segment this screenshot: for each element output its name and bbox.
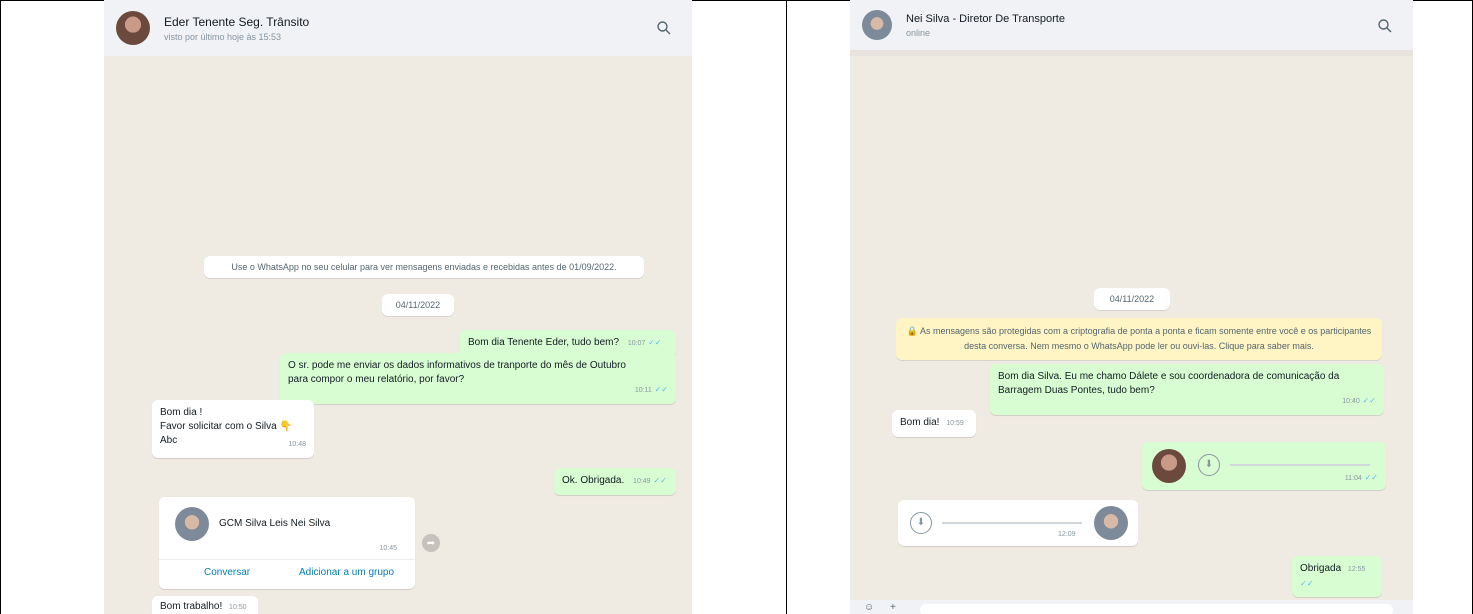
message-text-line: Abc [160, 435, 178, 446]
add-to-group-button[interactable]: Adicionar a um grupo [299, 567, 394, 578]
voice-message-incoming[interactable]: ⬇ 12:09 [898, 500, 1138, 546]
download-audio-icon[interactable]: ⬇ [1198, 454, 1220, 476]
chat-header[interactable]: Eder Tenente Seg. Trânsito visto por últ… [104, 0, 692, 56]
message-time: 11:04 [1344, 475, 1362, 482]
audio-waveform[interactable] [942, 522, 1082, 524]
history-notice[interactable]: Use o WhatsApp no seu celular para ver m… [204, 256, 644, 278]
message-time: 10:49 [633, 478, 651, 485]
message-text: Ok. Obrigada. [562, 475, 625, 486]
contact-name[interactable]: Eder Tenente Seg. Trânsito [164, 15, 309, 29]
online-status: online [906, 27, 931, 38]
chat-with-contact-button[interactable]: Conversar [204, 567, 250, 578]
message-text: Bom dia! [900, 417, 940, 428]
message-outgoing[interactable]: Bom dia Silva. Eu me chamo Dálete e sou … [990, 364, 1384, 415]
message-time: 10:07 [627, 340, 646, 347]
message-input[interactable] [920, 604, 1393, 614]
compose-bar: ☺ + [850, 600, 1413, 614]
message-text: Obrigada [1300, 563, 1342, 574]
message-outgoing[interactable]: Ok. Obrigada. 10:49 ✓✓ [554, 468, 676, 495]
frame-line-middle [786, 0, 787, 614]
message-time: 10:50 [229, 604, 247, 611]
read-ticks-icon: ✓✓ [1364, 473, 1378, 482]
read-ticks-icon: ✓✓ [1362, 396, 1376, 405]
message-outgoing[interactable]: Obrigada 12:55 ✓✓ [1292, 556, 1382, 597]
date-chip: 04/11/2022 [1094, 288, 1170, 310]
message-incoming[interactable]: Bom dia! 10:59 [892, 410, 976, 437]
audio-waveform[interactable] [1230, 464, 1370, 466]
shared-contact-name: GCM Silva Leis Nei Silva [219, 518, 331, 529]
voice-sender-avatar [1152, 449, 1186, 483]
forward-icon[interactable]: ➦ [422, 534, 440, 552]
read-ticks-icon: ✓✓ [1300, 579, 1314, 588]
message-time: 10:45 [379, 545, 397, 552]
attach-icon[interactable]: + [890, 602, 896, 613]
emoji-icon[interactable]: ☺ [864, 602, 874, 613]
message-incoming[interactable]: Bom dia ! Favor solicitar com o Silva 👇 … [152, 400, 314, 458]
message-time: 10:40 [1342, 398, 1360, 405]
message-text-line: Bom dia ! [160, 407, 203, 418]
message-text: Bom trabalho! [160, 601, 223, 612]
encryption-notice[interactable]: 🔒 As mensagens são protegidas com a crip… [896, 318, 1382, 360]
message-time: 12:55 [1347, 566, 1366, 573]
message-time: 12:09 [1058, 531, 1076, 538]
shared-contact-card[interactable]: GCM Silva Leis Nei Silva 10:45 Conversar… [159, 497, 415, 589]
voice-message-outgoing[interactable]: ⬇ 11:04 ✓✓ [1142, 442, 1386, 490]
contact-name[interactable]: Nei Silva - Diretor De Transporte [906, 13, 1065, 25]
voice-sender-avatar [1094, 506, 1128, 540]
read-ticks-icon: ✓✓ [653, 476, 667, 485]
download-audio-icon[interactable]: ⬇ [910, 512, 932, 534]
message-time: 10:48 [288, 441, 306, 448]
search-icon[interactable] [1377, 18, 1393, 34]
screenshot-page: Eder Tenente Seg. Trânsito visto por últ… [0, 0, 1473, 614]
date-chip: 04/11/2022 [382, 294, 454, 316]
message-time: 10:59 [946, 420, 964, 427]
message-text-line: Favor solicitar com o Silva [160, 421, 277, 432]
message-text: Bom dia Tenente Eder, tudo bem? [468, 337, 620, 348]
card-divider [159, 559, 415, 560]
contact-avatar [175, 507, 209, 541]
frame-line-left [0, 0, 1, 614]
message-outgoing[interactable]: O sr. pode me enviar os dados informativ… [280, 353, 676, 404]
encryption-text-line: desta conversa. Nem mesmo o WhatsApp pod… [964, 341, 1314, 351]
pointing-down-emoji: 👇 [279, 421, 292, 432]
read-ticks-icon: ✓✓ [654, 385, 668, 394]
avatar[interactable] [862, 10, 892, 40]
encryption-text-line: As mensagens são protegidas com a cripto… [919, 326, 1372, 336]
read-ticks-icon: ✓✓ [648, 338, 662, 347]
message-time: 10:11 [634, 387, 652, 394]
message-text-line: Bom dia Silva. Eu me chamo Dálete e sou … [998, 371, 1340, 382]
avatar[interactable] [116, 11, 150, 45]
right-chat-window: Nei Silva - Diretor De Transporte online… [850, 0, 1413, 614]
last-seen-status: visto por último hoje às 15:53 [164, 31, 282, 42]
lock-icon: 🔒 [906, 326, 918, 336]
chat-header[interactable]: Nei Silva - Diretor De Transporte online [850, 0, 1413, 50]
message-incoming[interactable]: Bom trabalho! 10:50 [152, 596, 258, 614]
search-icon[interactable] [656, 20, 672, 36]
message-text-line: O sr. pode me enviar os dados informativ… [288, 360, 626, 371]
left-chat-window: Eder Tenente Seg. Trânsito visto por últ… [104, 0, 692, 614]
